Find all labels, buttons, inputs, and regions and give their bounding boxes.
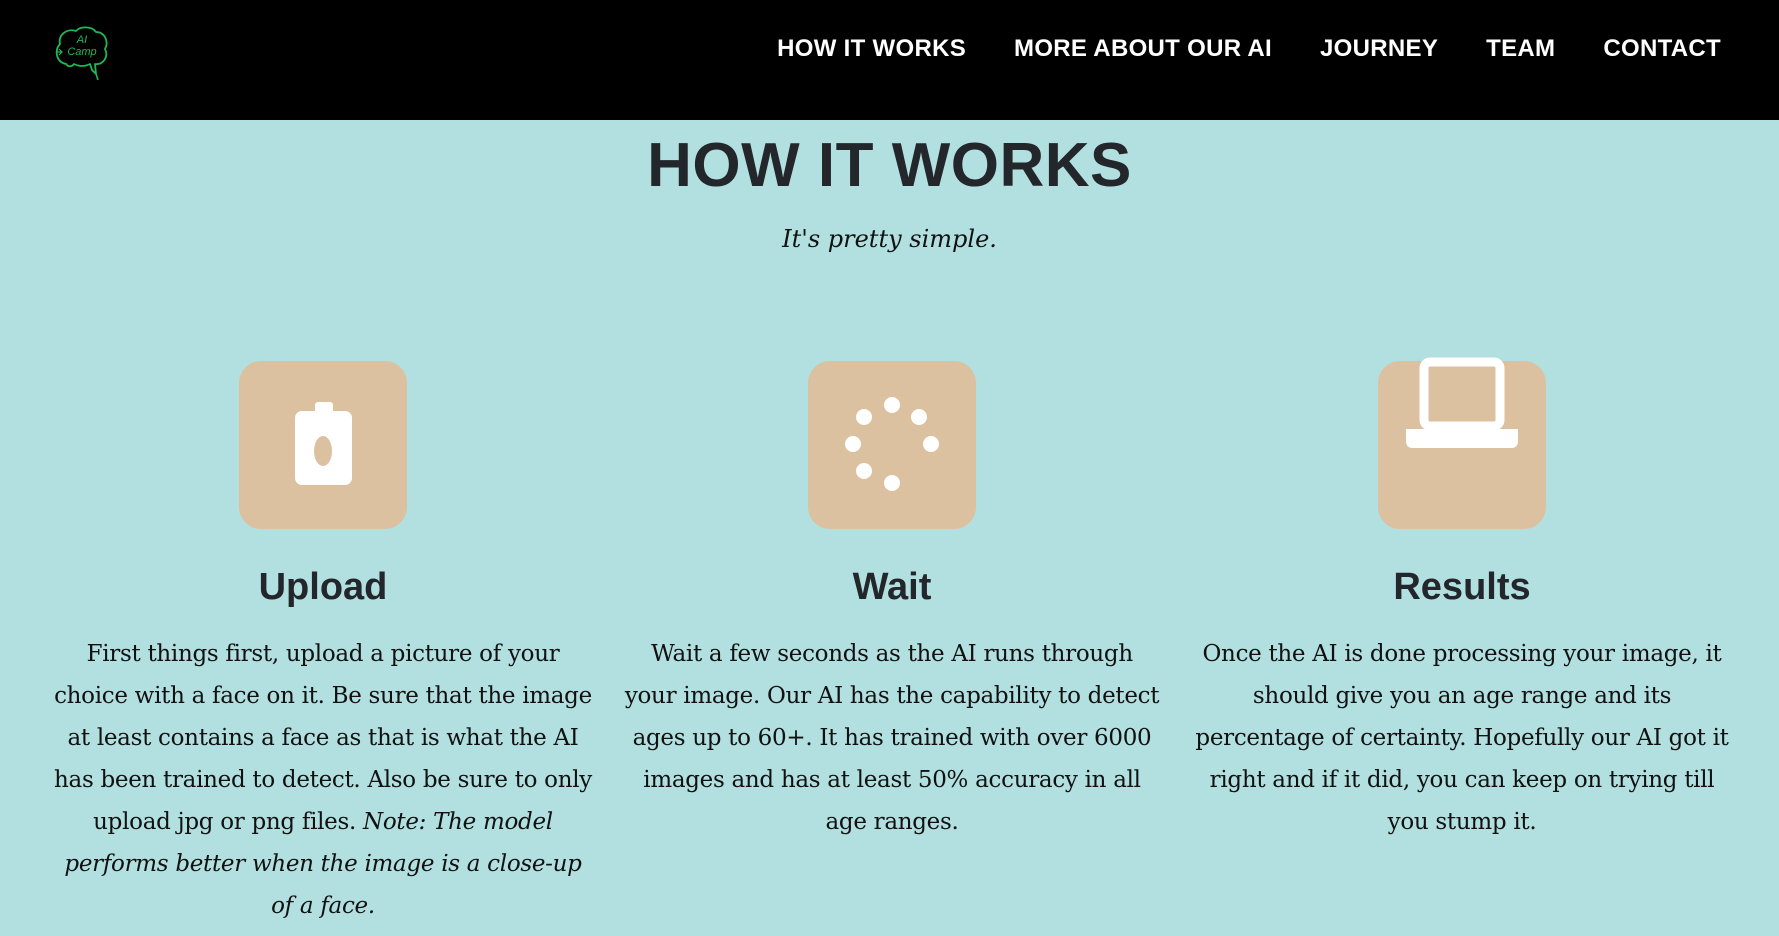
step-text-wait: Wait a few seconds as the AI runs throug…	[624, 641, 1160, 835]
step-text-results: Once the AI is done processing your imag…	[1195, 641, 1729, 835]
nav-link-contact[interactable]: CONTACT	[1603, 34, 1721, 64]
camera-icon	[295, 402, 352, 485]
step-wait: Wait Wait a few seconds as the AI runs t…	[622, 361, 1162, 843]
navbar: AI Camp HOW IT WORKS MORE ABOUT OUR AI J…	[0, 0, 1779, 120]
wait-icon-tile	[808, 361, 976, 529]
step-text-upload: First things first, upload a picture of …	[53, 633, 593, 927]
nav-link-journey[interactable]: JOURNEY	[1320, 34, 1438, 64]
step-results: Results Once the AI is done processing y…	[1192, 357, 1732, 843]
step-title-upload: Upload	[258, 566, 388, 608]
step-text-upload-body: First things first, upload a picture of …	[54, 641, 592, 835]
step-upload: Upload First things first, upload a pict…	[53, 361, 593, 927]
step-title-results: Results	[1393, 566, 1531, 608]
logo-text-line1: AI	[76, 34, 88, 46]
laptop-icon	[1406, 357, 1518, 448]
section-title: HOW IT WORKS	[647, 131, 1132, 200]
ai-camp-logo[interactable]: AI Camp	[52, 24, 110, 80]
nav-link-more-about-our-ai[interactable]: MORE ABOUT OUR AI	[1014, 34, 1272, 64]
loading-spinner-icon	[845, 397, 939, 491]
nav-link-team[interactable]: TEAM	[1486, 34, 1555, 64]
step-title-wait: Wait	[852, 566, 932, 608]
logo-text: AI Camp	[62, 34, 102, 58]
main-navigation: HOW IT WORKS MORE ABOUT OUR AI JOURNEY T…	[777, 34, 1721, 64]
upload-icon-tile	[239, 361, 407, 529]
results-icon-tile	[1378, 357, 1546, 529]
section-subtitle: It's pretty simple.	[782, 225, 997, 253]
logo-text-line2: Camp	[67, 46, 97, 58]
nav-link-how-it-works[interactable]: HOW IT WORKS	[777, 34, 966, 64]
